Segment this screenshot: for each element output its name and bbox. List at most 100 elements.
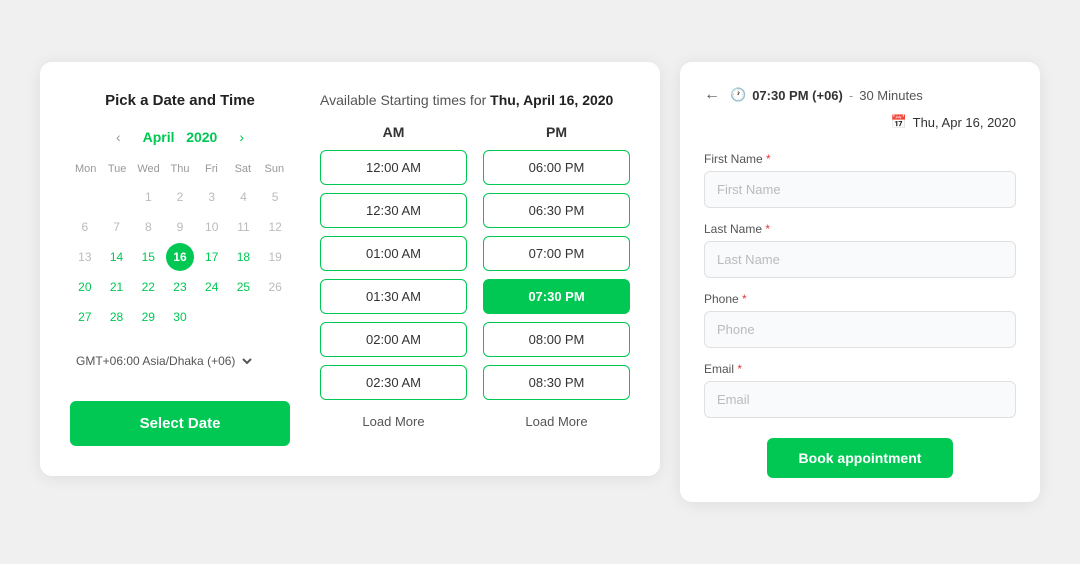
calendar-day[interactable]: 14	[103, 243, 131, 271]
book-btn-wrapper: Book appointment	[704, 438, 1016, 478]
calendar-day[interactable]: 15	[134, 243, 162, 271]
calendar-day[interactable]: 6	[71, 213, 99, 241]
pm-column: PM 06:00 PM 06:30 PM 07:00 PM 07:30 PM 08:00…	[483, 124, 630, 435]
calendar-day[interactable]: 18	[229, 243, 257, 271]
calendar-day	[103, 183, 131, 211]
calendar-day	[261, 303, 289, 331]
calendar-day[interactable]: 21	[103, 273, 131, 301]
calendar-day[interactable]: 11	[229, 213, 257, 241]
timezone-select[interactable]: GMT+06:00 Asia/Dhaka (+06)	[70, 351, 290, 371]
form-group-email: Email *	[704, 362, 1016, 418]
calendar-day[interactable]: 1	[134, 183, 162, 211]
month-year-label: April 2020	[143, 129, 218, 145]
pm-time-slot[interactable]: 06:30 PM	[483, 193, 630, 228]
calendar-day[interactable]: 19	[261, 243, 289, 271]
form-input-phone[interactable]	[704, 311, 1016, 348]
calendar-day[interactable]: 5	[261, 183, 289, 211]
calendar-day[interactable]: 27	[71, 303, 99, 331]
form-label-firstName: First Name *	[704, 152, 1016, 166]
prev-month-button[interactable]: ‹	[110, 127, 127, 147]
form-fields: First Name * Last Name * Phone * Email *	[704, 152, 1016, 418]
pm-slots: 06:00 PM 06:30 PM 07:00 PM 07:30 PM 08:00 PM…	[483, 150, 630, 400]
back-arrow[interactable]: ←	[704, 86, 720, 104]
weekday-label: Tue	[101, 159, 132, 179]
load-more-pm[interactable]: Load More	[483, 408, 630, 435]
am-column: AM 12:00 AM12:30 AM01:00 AM01:30 AM02:00…	[320, 124, 467, 435]
book-appointment-button[interactable]: Book appointment	[767, 438, 954, 478]
calendar-day[interactable]: 13	[71, 243, 99, 271]
timezone-dropdown[interactable]: GMT+06:00 Asia/Dhaka (+06)	[70, 351, 255, 371]
booking-separator: -	[849, 88, 853, 103]
booking-time-info: 🕐 07:30 PM (+06) - 30 Minutes	[730, 87, 923, 103]
calendar-header: ‹ April 2020 ›	[70, 127, 290, 147]
form-input-firstName[interactable]	[704, 171, 1016, 208]
calendar-day[interactable]: 7	[103, 213, 131, 241]
form-group-lastName: Last Name *	[704, 222, 1016, 278]
pm-header: PM	[483, 124, 630, 140]
calendar-day[interactable]: 26	[261, 273, 289, 301]
weekday-label: Wed	[133, 159, 164, 179]
month-label: April	[143, 129, 175, 145]
calendar-day[interactable]: 28	[103, 303, 131, 331]
next-month-button[interactable]: ›	[233, 127, 250, 147]
calendar-day	[198, 303, 226, 331]
form-input-lastName[interactable]	[704, 241, 1016, 278]
times-title-date: Thu, April 16, 2020	[490, 92, 613, 108]
booking-time: 07:30 PM (+06)	[752, 88, 843, 103]
clock-icon: 🕐	[730, 87, 746, 103]
calendar-grid: MonTueWedThuFriSatSun 123456789101112131…	[70, 159, 290, 331]
calendar-day[interactable]: 16	[166, 243, 194, 271]
pm-time-slot[interactable]: 06:00 PM	[483, 150, 630, 185]
am-slots: 12:00 AM 12:30 AM 01:00 AM 01:30 AM 02:00 AM…	[320, 150, 467, 400]
calendar-day[interactable]: 10	[198, 213, 226, 241]
calendar-day[interactable]: 9	[166, 213, 194, 241]
form-label-phone: Phone *	[704, 292, 1016, 306]
booking-header: ← 🕐 07:30 PM (+06) - 30 Minutes 📅 Thu, A…	[704, 86, 1016, 130]
form-label-email: Email *	[704, 362, 1016, 376]
calendar-day[interactable]: 20	[71, 273, 99, 301]
times-columns: AM 12:00 AM12:30 AM01:00 AM01:30 AM02:00…	[320, 124, 630, 435]
times-section: Available Starting times for Thu, April …	[320, 92, 630, 446]
pm-time-slot[interactable]: 07:30 PM	[483, 279, 630, 314]
calendar-day[interactable]: 8	[134, 213, 162, 241]
calendar-day[interactable]: 25	[229, 273, 257, 301]
pm-time-slot[interactable]: 08:00 PM	[483, 322, 630, 357]
calendar-day[interactable]: 12	[261, 213, 289, 241]
form-label-lastName: Last Name *	[704, 222, 1016, 236]
select-date-button[interactable]: Select Date	[70, 401, 290, 446]
calendar-day[interactable]: 3	[198, 183, 226, 211]
calendar-day	[71, 183, 99, 211]
calendar-icon: 📅	[890, 114, 906, 130]
weekday-label: Mon	[70, 159, 101, 179]
calendar-day[interactable]: 24	[198, 273, 226, 301]
times-title-prefix: Available Starting times for	[320, 92, 486, 108]
calendar-day[interactable]: 23	[166, 273, 194, 301]
booking-duration: 30 Minutes	[859, 88, 923, 103]
am-time-slot[interactable]: 02:00 AM	[320, 322, 467, 357]
am-time-slot[interactable]: 01:00 AM	[320, 236, 467, 271]
am-time-slot[interactable]: 12:00 AM	[320, 150, 467, 185]
left-card: Pick a Date and Time ‹ April 2020 › MonT…	[40, 62, 660, 476]
am-time-slot[interactable]: 01:30 AM	[320, 279, 467, 314]
calendar-day[interactable]: 17	[198, 243, 226, 271]
calendar-section: Pick a Date and Time ‹ April 2020 › MonT…	[70, 92, 290, 446]
weekday-label: Fri	[196, 159, 227, 179]
calendar-day[interactable]: 30	[166, 303, 194, 331]
form-group-phone: Phone *	[704, 292, 1016, 348]
pm-time-slot[interactable]: 08:30 PM	[483, 365, 630, 400]
left-card-inner: Pick a Date and Time ‹ April 2020 › MonT…	[70, 92, 630, 446]
times-title: Available Starting times for Thu, April …	[320, 92, 630, 108]
pm-time-slot[interactable]: 07:00 PM	[483, 236, 630, 271]
calendar-day[interactable]: 22	[134, 273, 162, 301]
am-time-slot[interactable]: 12:30 AM	[320, 193, 467, 228]
am-time-slot[interactable]: 02:30 AM	[320, 365, 467, 400]
weekday-label: Sat	[227, 159, 258, 179]
calendar-day[interactable]: 2	[166, 183, 194, 211]
booking-date: Thu, Apr 16, 2020	[913, 115, 1016, 130]
main-container: Pick a Date and Time ‹ April 2020 › MonT…	[40, 62, 1040, 502]
load-more-am[interactable]: Load More	[320, 408, 467, 435]
calendar-day[interactable]: 29	[134, 303, 162, 331]
form-input-email[interactable]	[704, 381, 1016, 418]
booking-date-info: 📅 Thu, Apr 16, 2020	[890, 114, 1016, 130]
calendar-day[interactable]: 4	[229, 183, 257, 211]
